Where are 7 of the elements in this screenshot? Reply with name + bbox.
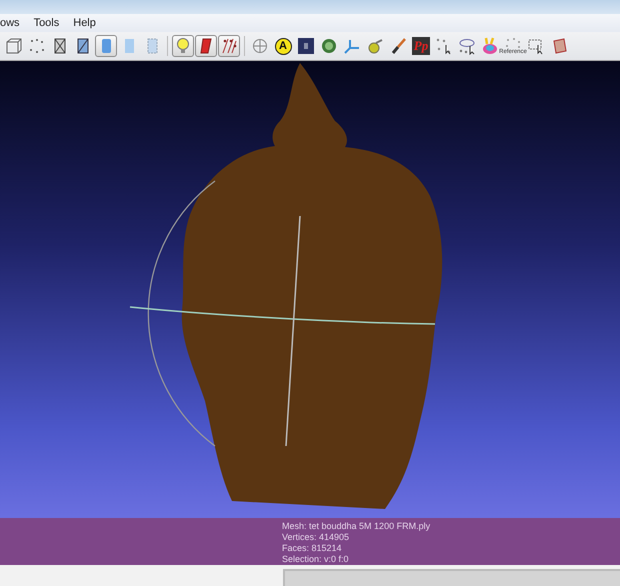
mesh-info-text: Selection: v:0 f:0	[282, 554, 350, 565]
menu-item[interactable]: ows	[0, 17, 20, 29]
menu-item[interactable]: Help	[73, 17, 96, 29]
mesh-info-text: Vertices: 414905	[282, 532, 350, 543]
mesh-info-text: Mesh: tet bouddha 5M 1200 FRM.ply	[282, 521, 432, 532]
mesh-info-text: Faces: 815214	[282, 543, 343, 554]
menu-item[interactable]: Tools	[34, 17, 60, 29]
